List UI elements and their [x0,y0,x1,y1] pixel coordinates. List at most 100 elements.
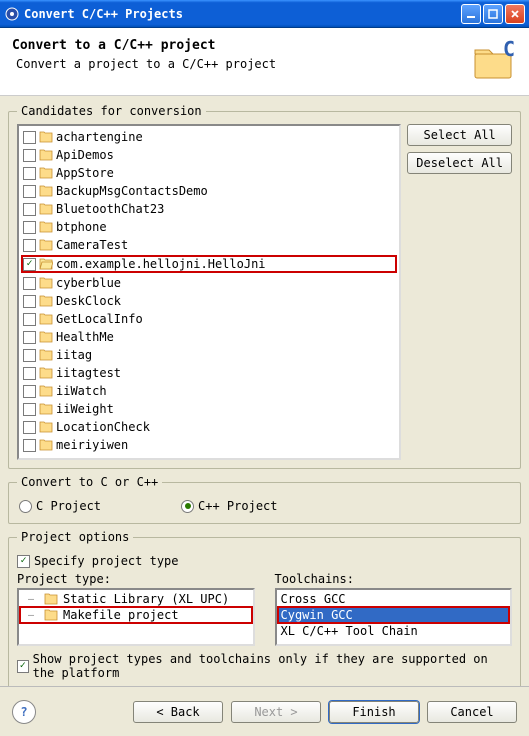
select-all-button[interactable]: Select All [407,124,512,146]
folder-icon [38,166,54,180]
candidates-legend: Candidates for conversion [17,104,206,118]
finish-button[interactable]: Finish [329,701,419,723]
cancel-button[interactable]: Cancel [427,701,517,723]
candidate-checkbox[interactable] [23,258,36,271]
candidate-label: iiWeight [56,402,114,416]
folder-icon [38,330,54,344]
candidates-list[interactable]: achartengine ApiDemos AppStoreBackupMsgCon… [17,124,401,460]
toolchain-label: XL C/C++ Tool Chain [281,624,418,638]
help-button[interactable]: ? [12,700,36,724]
toolchain-item[interactable]: Cygwin GCC [278,607,510,623]
svg-text:C: C [503,38,515,61]
title-bar: Convert C/C++ Projects [0,0,529,28]
candidate-checkbox[interactable] [23,313,36,326]
close-button[interactable] [505,4,525,24]
candidate-label: cyberblue [56,276,121,290]
candidate-item[interactable]: AppStore [21,164,397,182]
next-button[interactable]: Next > [231,701,321,723]
candidate-item[interactable]: achartengine [21,128,397,146]
tree-branch-icon: – [23,591,39,607]
candidate-label: BluetoothChat23 [56,202,164,216]
maximize-button[interactable] [483,4,503,24]
deselect-all-button[interactable]: Deselect All [407,152,512,174]
toolchain-item[interactable]: XL C/C++ Tool Chain [278,623,510,639]
toolchain-label: Cross GCC [281,592,346,606]
folder-icon [38,420,54,434]
candidate-item[interactable]: btphone [21,218,397,236]
candidate-label: HealthMe [56,330,114,344]
candidate-item[interactable]: DeskClock [21,292,397,310]
candidate-checkbox[interactable] [23,149,36,162]
folder-icon [43,608,59,622]
toolchains-list[interactable]: Cross GCCCygwin GCCXL C/C++ Tool Chain [275,588,513,646]
folder-icon [38,220,54,234]
candidate-checkbox[interactable] [23,221,36,234]
candidate-item[interactable]: iitag [21,346,397,364]
candidate-checkbox[interactable] [23,403,36,416]
candidate-item[interactable]: meiriyiwen [21,436,397,454]
candidate-item[interactable]: iitagtest [21,364,397,382]
candidate-item[interactable]: iiWatch [21,382,397,400]
candidate-item[interactable]: iiWeight [21,400,397,418]
supported-only-checkbox[interactable] [17,660,29,673]
project-type-list[interactable]: – Static Library (XL UPC)–Makefile projec… [17,588,255,646]
candidate-label: meiriyiwen [56,438,128,452]
candidate-label: GetLocalInfo [56,312,143,326]
project-options-group: Project options Specify project type Pro… [8,530,521,693]
candidate-checkbox[interactable] [23,239,36,252]
convert-to-legend: Convert to C or C++ [17,475,162,489]
header-panel: Convert to a C/C++ project Convert a pro… [0,28,529,96]
footer: ? < Back Next > Finish Cancel [0,686,529,736]
page-title: Convert to a C/C++ project [12,38,469,53]
candidate-label: iitagtest [56,366,121,380]
candidate-label: achartengine [56,130,143,144]
candidate-item[interactable]: com.example.hellojni.HelloJni [21,255,397,273]
candidate-checkbox[interactable] [23,203,36,216]
candidate-label: LocationCheck [56,420,150,434]
candidate-item[interactable]: GetLocalInfo [21,310,397,328]
specify-type-checkbox[interactable] [17,555,30,568]
candidate-checkbox[interactable] [23,421,36,434]
convert-to-group: Convert to C or C++ C Project C++ Projec… [8,475,521,524]
project-options-legend: Project options [17,530,133,544]
toolchains-label: Toolchains: [275,572,513,586]
candidate-label: btphone [56,220,107,234]
candidate-item[interactable]: ApiDemos [21,146,397,164]
candidate-label: iitag [56,348,92,362]
folder-icon [38,276,54,290]
back-button[interactable]: < Back [133,701,223,723]
project-type-item[interactable]: – Static Library (XL UPC) [20,591,252,607]
candidate-checkbox[interactable] [23,331,36,344]
candidate-item[interactable]: LocationCheck [21,418,397,436]
candidate-item[interactable]: BluetoothChat23 [21,200,397,218]
candidate-checkbox[interactable] [23,367,36,380]
candidate-checkbox[interactable] [23,349,36,362]
folder-icon [38,257,54,271]
minimize-button[interactable] [461,4,481,24]
candidate-item[interactable]: CameraTest [21,236,397,254]
cpp-project-radio[interactable] [181,500,194,513]
toolchain-item[interactable]: Cross GCC [278,591,510,607]
candidate-item[interactable]: HealthMe [21,328,397,346]
candidate-checkbox[interactable] [23,185,36,198]
app-icon [4,6,20,22]
project-type-item[interactable]: –Makefile project [20,607,252,623]
candidate-checkbox[interactable] [23,131,36,144]
candidate-item[interactable]: BackupMsgContactsDemo [21,182,397,200]
folder-icon [38,312,54,326]
c-project-label: C Project [36,499,101,513]
window-title: Convert C/C++ Projects [24,7,461,21]
candidate-checkbox[interactable] [23,167,36,180]
candidate-checkbox[interactable] [23,439,36,452]
project-type-label: Static Library (XL UPC) [63,592,229,606]
candidate-checkbox[interactable] [23,277,36,290]
candidate-label: ApiDemos [56,148,114,162]
candidate-item[interactable]: cyberblue [21,274,397,292]
candidate-label: DeskClock [56,294,121,308]
folder-icon [38,184,54,198]
page-description: Convert a project to a C/C++ project [12,57,469,71]
c-project-radio[interactable] [19,500,32,513]
folder-icon [38,438,54,452]
candidate-checkbox[interactable] [23,295,36,308]
candidate-checkbox[interactable] [23,385,36,398]
